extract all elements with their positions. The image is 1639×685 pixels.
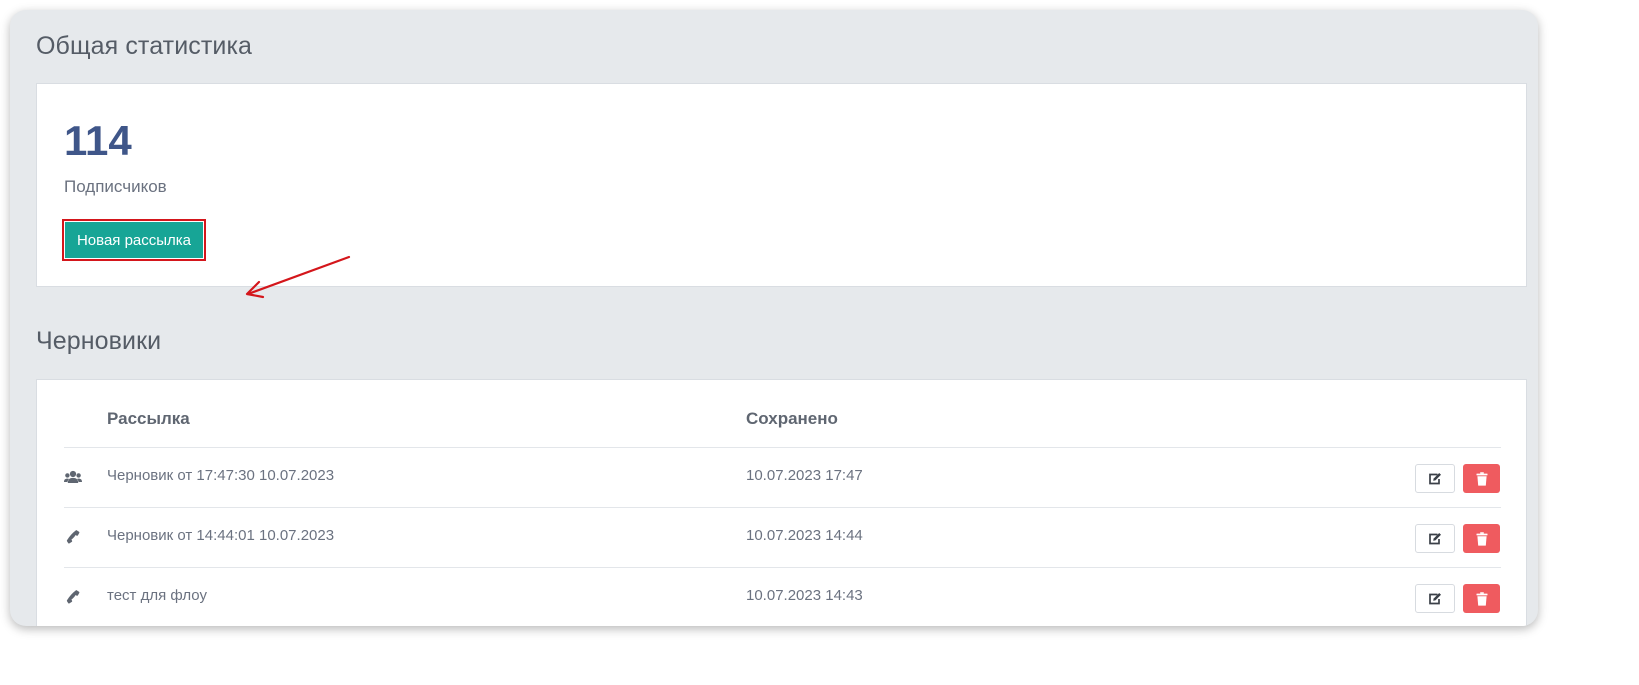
edit-icon xyxy=(1429,533,1441,545)
delete-button[interactable] xyxy=(1463,524,1500,553)
stats-section-title: Общая статистика xyxy=(36,32,253,60)
edit-icon xyxy=(1429,593,1441,605)
table-row: Черновик от 14:44:01 10.07.2023 10.07.20… xyxy=(64,508,1501,568)
draft-name: Черновик от 14:44:01 10.07.2023 xyxy=(107,527,335,544)
draft-name: Черновик от 17:47:30 10.07.2023 xyxy=(107,467,335,484)
trash-icon xyxy=(1476,471,1487,486)
column-header-mailing: Рассылка xyxy=(107,409,190,428)
subscribers-label: Подписчиков xyxy=(64,177,167,196)
delete-button[interactable] xyxy=(1463,584,1500,613)
phone-icon xyxy=(66,530,80,544)
trash-icon xyxy=(1476,591,1487,606)
edit-button[interactable] xyxy=(1415,524,1455,553)
table-row: тест для флоу 10.07.2023 14:43 xyxy=(64,568,1501,626)
edit-button[interactable] xyxy=(1415,464,1455,493)
draft-saved-date: 10.07.2023 14:43 xyxy=(746,587,863,604)
draft-name: тест для флоу xyxy=(107,587,207,604)
edit-icon xyxy=(1429,473,1441,485)
table-row: Черновик от 17:47:30 10.07.2023 10.07.20… xyxy=(64,448,1501,508)
trash-icon xyxy=(1476,531,1487,546)
subscribers-count: 114 xyxy=(64,117,132,164)
stats-card: 114 Подписчиков Новая рассылка xyxy=(36,83,1527,299)
edit-button[interactable] xyxy=(1415,584,1455,613)
delete-button[interactable] xyxy=(1463,464,1500,493)
new-mailing-button-label: Новая рассылка xyxy=(65,222,203,258)
draft-saved-date: 10.07.2023 14:44 xyxy=(746,527,863,544)
drafts-section-title: Черновики xyxy=(36,327,162,355)
new-mailing-button[interactable]: Новая рассылка xyxy=(62,219,206,261)
main-panel: Общая статистика 114 Подписчиков Новая р… xyxy=(10,10,1538,626)
drafts-table: Рассылка Сохранено Черновик от 17:47:30 … xyxy=(36,379,1527,626)
phone-icon xyxy=(66,590,80,604)
users-icon xyxy=(64,470,82,483)
draft-saved-date: 10.07.2023 17:47 xyxy=(746,467,863,484)
column-header-saved: Сохранено xyxy=(746,409,838,428)
annotation-arrow xyxy=(245,255,351,299)
